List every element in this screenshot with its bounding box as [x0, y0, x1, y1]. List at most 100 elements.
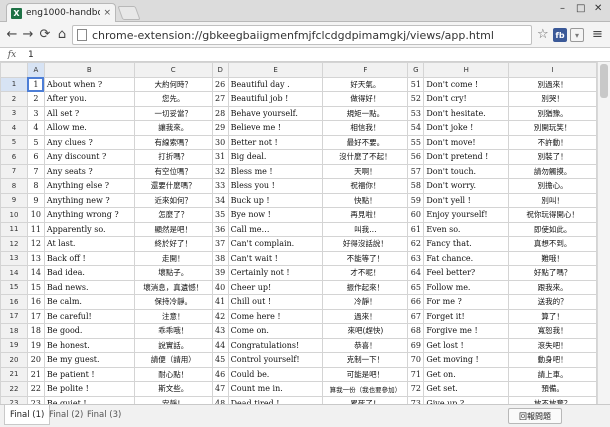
- cell-c20[interactable]: 請便（請用）: [133, 352, 213, 368]
- cell-a12[interactable]: 12: [26, 236, 45, 252]
- cell-f22[interactable]: 算我一份（我也要參加）: [322, 381, 409, 397]
- cell-g13[interactable]: 63: [407, 250, 425, 266]
- row-header[interactable]: 6: [0, 149, 28, 165]
- cell-h6[interactable]: Don't pretend !: [423, 149, 510, 165]
- cell-i16[interactable]: 送我的？: [508, 294, 597, 310]
- cell-e11[interactable]: Call me…: [227, 221, 324, 237]
- cell-a18[interactable]: 18: [26, 323, 45, 339]
- cell-c3[interactable]: 一切妥當？: [133, 105, 213, 121]
- cell-d6[interactable]: 31: [211, 149, 229, 165]
- cell-b21[interactable]: Be patient !: [43, 366, 135, 382]
- cell-h8[interactable]: Don't worry.: [423, 178, 510, 194]
- cell-i20[interactable]: 動身吧！: [508, 352, 597, 368]
- column-header-e[interactable]: E: [227, 62, 324, 78]
- cell-d2[interactable]: 27: [211, 91, 229, 107]
- cell-f15[interactable]: 振作起來！: [322, 279, 409, 295]
- cell-h5[interactable]: Don't move!: [423, 134, 510, 150]
- cell-e4[interactable]: Believe me !: [227, 120, 324, 136]
- cell-g8[interactable]: 58: [407, 178, 425, 194]
- cell-h22[interactable]: Get set.: [423, 381, 510, 397]
- cell-e2[interactable]: Beautiful job !: [227, 91, 324, 107]
- cell-i8[interactable]: 別擔心。: [508, 178, 597, 194]
- cell-f14[interactable]: 才不呢！: [322, 265, 409, 281]
- cell-b16[interactable]: Be calm.: [43, 294, 135, 310]
- back-arrow-icon[interactable]: ←: [4, 27, 20, 43]
- cell-a2[interactable]: 2: [26, 91, 45, 107]
- cell-h12[interactable]: Fancy that.: [423, 236, 510, 252]
- cell-h15[interactable]: Follow me.: [423, 279, 510, 295]
- cell-g12[interactable]: 62: [407, 236, 425, 252]
- cell-a23[interactable]: 23: [26, 395, 45, 404]
- cell-c1[interactable]: 大約何時？: [133, 76, 213, 92]
- cell-b10[interactable]: Anything wrong ?: [43, 207, 135, 223]
- cell-g20[interactable]: 70: [407, 352, 425, 368]
- cell-b23[interactable]: Be quiet !: [43, 395, 135, 404]
- cell-a15[interactable]: 15: [26, 279, 45, 295]
- cell-i15[interactable]: 跟我來。: [508, 279, 597, 295]
- cell-d19[interactable]: 44: [211, 337, 229, 353]
- cell-g19[interactable]: 69: [407, 337, 425, 353]
- row-header[interactable]: 13: [0, 250, 28, 266]
- cell-b19[interactable]: Be honest.: [43, 337, 135, 353]
- cell-f18[interactable]: 來吧(趕快): [322, 323, 409, 339]
- cell-d5[interactable]: 30: [211, 134, 229, 150]
- cell-f21[interactable]: 可能是吧！: [322, 366, 409, 382]
- cell-a16[interactable]: 16: [26, 294, 45, 310]
- cell-d13[interactable]: 38: [211, 250, 229, 266]
- cell-a19[interactable]: 19: [26, 337, 45, 353]
- shield-extension-icon[interactable]: ▾: [570, 28, 584, 42]
- cell-i3[interactable]: 別猶豫。: [508, 105, 597, 121]
- cell-c15[interactable]: 壞消息，真遺憾！: [133, 279, 213, 295]
- cell-i13[interactable]: 難哦！: [508, 250, 597, 266]
- cell-e8[interactable]: Bless you !: [227, 178, 324, 194]
- row-header[interactable]: 11: [0, 221, 28, 237]
- cell-d18[interactable]: 43: [211, 323, 229, 339]
- cell-g6[interactable]: 56: [407, 149, 425, 165]
- row-header[interactable]: 4: [0, 120, 28, 136]
- cell-d21[interactable]: 46: [211, 366, 229, 382]
- cell-a17[interactable]: 17: [26, 308, 45, 324]
- cell-a3[interactable]: 3: [26, 105, 45, 121]
- cell-h1[interactable]: Don't come !: [423, 76, 510, 92]
- row-header[interactable]: 23: [0, 395, 28, 404]
- cell-h20[interactable]: Get moving !: [423, 352, 510, 368]
- cell-b17[interactable]: Be careful!: [43, 308, 135, 324]
- cell-c6[interactable]: 打折嗎？: [133, 149, 213, 165]
- cell-b7[interactable]: Any seats ?: [43, 163, 135, 179]
- cell-b3[interactable]: All set ?: [43, 105, 135, 121]
- address-bar[interactable]: chrome-extension://gbkeegbaiigmenfmjfclc…: [72, 25, 532, 45]
- cell-e18[interactable]: Come on.: [227, 323, 324, 339]
- cell-d9[interactable]: 34: [211, 192, 229, 208]
- cell-i7[interactable]: 請勿觸摸。: [508, 163, 597, 179]
- cell-g14[interactable]: 64: [407, 265, 425, 281]
- cell-g15[interactable]: 65: [407, 279, 425, 295]
- cell-i19[interactable]: 滾失吧！: [508, 337, 597, 353]
- cell-f3[interactable]: 規矩一點。: [322, 105, 409, 121]
- cell-e22[interactable]: Count me in.: [227, 381, 324, 397]
- cell-b12[interactable]: At last.: [43, 236, 135, 252]
- home-icon[interactable]: ⌂: [54, 27, 70, 43]
- cell-b1[interactable]: About when ?: [43, 76, 135, 92]
- cell-c2[interactable]: 您先。: [133, 91, 213, 107]
- cell-i12[interactable]: 真想不到。: [508, 236, 597, 252]
- cell-g7[interactable]: 57: [407, 163, 425, 179]
- cell-g2[interactable]: 52: [407, 91, 425, 107]
- cell-f9[interactable]: 快點！: [322, 192, 409, 208]
- cell-f12[interactable]: 好得沒話說！: [322, 236, 409, 252]
- cell-e16[interactable]: Chill out !: [227, 294, 324, 310]
- cell-h13[interactable]: Fat chance.: [423, 250, 510, 266]
- cell-i10[interactable]: 祝你玩得開心！: [508, 207, 597, 223]
- cell-d20[interactable]: 45: [211, 352, 229, 368]
- cell-g21[interactable]: 71: [407, 366, 425, 382]
- cell-d22[interactable]: 47: [211, 381, 229, 397]
- row-header[interactable]: 15: [0, 279, 28, 295]
- row-header[interactable]: 5: [0, 134, 28, 150]
- formula-input[interactable]: 1: [24, 50, 34, 60]
- cell-d11[interactable]: 36: [211, 221, 229, 237]
- cell-e1[interactable]: Beautiful day .: [227, 76, 324, 92]
- column-header-b[interactable]: B: [43, 62, 135, 78]
- cell-c11[interactable]: 顯然是吧！: [133, 221, 213, 237]
- cell-c23[interactable]: 安靜！: [133, 395, 213, 404]
- bookmark-star-icon[interactable]: ☆: [537, 27, 549, 42]
- fb-extension-icon[interactable]: fb: [553, 28, 567, 42]
